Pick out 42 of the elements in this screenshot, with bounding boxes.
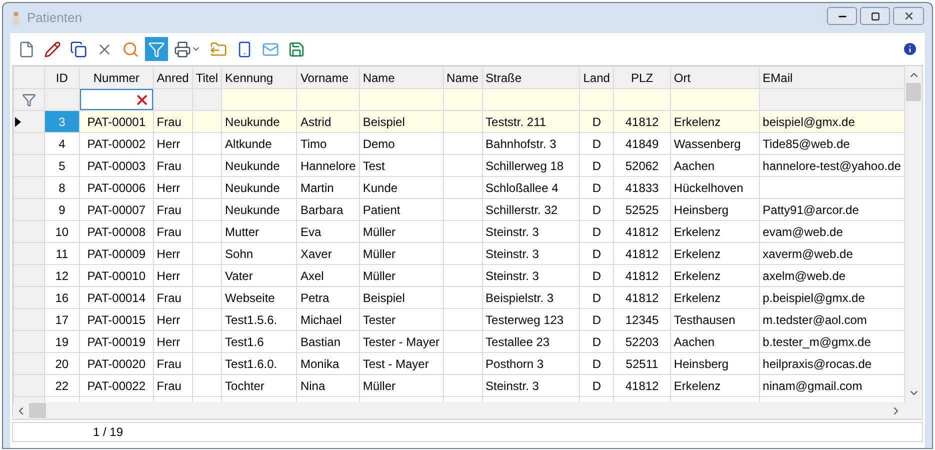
table-cell: PAT-00022 xyxy=(80,374,154,396)
folder-export-icon xyxy=(210,40,227,58)
filter-field[interactable] xyxy=(80,89,153,110)
save-icon xyxy=(288,40,305,58)
maximize-button[interactable] xyxy=(860,7,890,25)
filter-button[interactable] xyxy=(145,37,168,61)
scroll-thumb[interactable] xyxy=(906,83,921,101)
info-icon[interactable] xyxy=(902,41,918,57)
column-header[interactable]: EMail xyxy=(759,66,904,88)
table-cell: Müller xyxy=(359,374,444,396)
table-cell: 3 xyxy=(44,110,80,132)
table-cell: Nina xyxy=(296,374,360,396)
copy-icon xyxy=(70,40,87,58)
minimize-button[interactable] xyxy=(827,7,857,25)
table-cell: 41812 xyxy=(614,374,670,396)
current-row-icon xyxy=(15,116,21,126)
close-button[interactable] xyxy=(893,7,924,25)
maximize-icon xyxy=(870,12,880,20)
search-icon xyxy=(122,40,139,58)
table-cell: 22 xyxy=(44,374,80,396)
mobile-phone-icon xyxy=(236,40,253,58)
vertical-scrollbar[interactable] xyxy=(905,66,922,402)
horizontal-scrollbar[interactable] xyxy=(13,402,922,419)
filter-icon xyxy=(148,40,165,58)
column-header[interactable]: Straße xyxy=(482,66,580,88)
window-title: Patienten xyxy=(27,9,82,28)
filter-icon xyxy=(22,92,36,106)
envelope-icon xyxy=(262,40,279,58)
new-document-icon xyxy=(18,40,35,58)
close-icon xyxy=(902,10,914,22)
table-cell: Tochter xyxy=(222,374,297,396)
person-icon xyxy=(11,11,21,25)
table-cell: ninam@gmail.com xyxy=(759,374,904,396)
column-header[interactable]: Ort xyxy=(670,66,760,88)
table-cell: D xyxy=(580,374,614,396)
printer-icon xyxy=(174,40,191,58)
scroll-thumb[interactable] xyxy=(29,403,46,418)
table-cell: Steinstr. 3 xyxy=(482,374,580,396)
pencil-icon xyxy=(44,40,61,58)
table-cell: Frau xyxy=(153,374,192,396)
table-cell: Erkelenz xyxy=(670,374,760,396)
record-position: 1 / 19 xyxy=(93,424,124,441)
